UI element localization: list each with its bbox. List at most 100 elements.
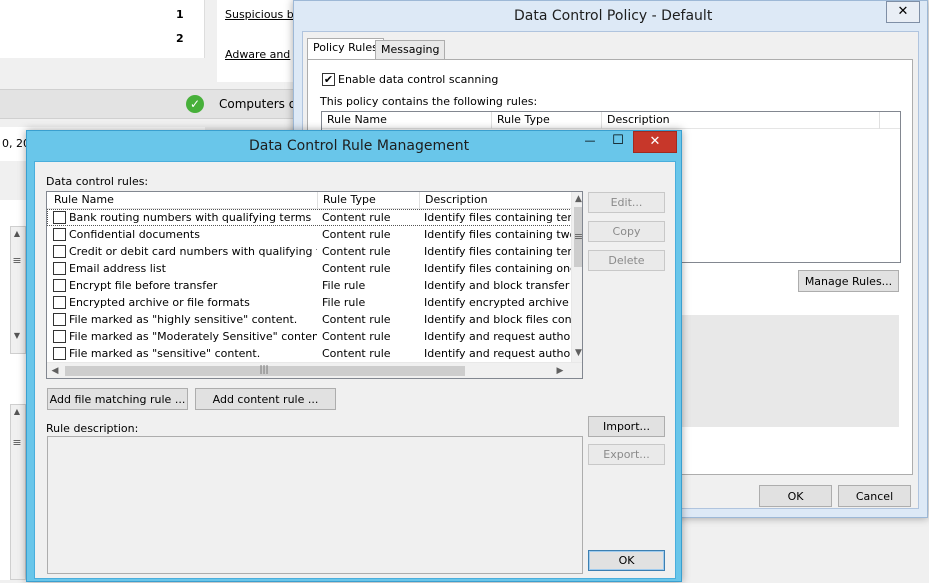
enable-scanning-checkbox[interactable]: ✔ [322,73,335,86]
table-row[interactable]: Credit or debit card numbers with qualif… [47,243,572,260]
rule-window-title: Data Control Rule Management [249,138,470,154]
row-rule-name: Bank routing numbers with qualifying ter… [69,211,312,224]
rule-close-button[interactable]: ✕ [633,131,677,153]
rule-management-window: Data Control Rule Management — ☐ ✕ Data … [26,130,682,582]
row-checkbox[interactable] [53,347,66,360]
table-row[interactable]: Encrypted archive or file formats File r… [47,294,572,311]
rules-list-header: Rule Name Rule Type Description [47,192,572,209]
row-description: Identify files containing ten o [424,211,572,224]
table-row[interactable]: Confidential documents Content rule Iden… [47,226,572,243]
table-row[interactable]: Encrypt file before transfer File rule I… [47,277,572,294]
policy-col-rule-type[interactable]: Rule Type [492,112,602,129]
row-checkbox[interactable] [53,228,66,241]
row-description: Identify files containing two o [424,228,572,241]
rules-caption: This policy contains the following rules… [320,95,538,108]
row-rule-type: Content rule [322,313,391,326]
table-row[interactable]: Email address list Content rule Identify… [47,260,572,277]
minimize-button[interactable]: — [577,131,603,153]
delete-button[interactable]: Delete [588,250,665,271]
tab-policy-rules[interactable]: Policy Rules [307,38,384,60]
row-description: Identify encrypted archive o [424,296,572,309]
bg-count-2: 2 [176,32,184,45]
row-description: Identify and request authoris [424,347,572,360]
col-rule-name[interactable]: Rule Name [47,192,318,209]
row-rule-type: File rule [322,279,366,292]
row-rule-type: File rule [322,296,366,309]
scroll-down-icon[interactable]: ▼ [572,346,582,360]
scroll-up-icon[interactable]: ▲ [572,192,582,206]
edit-button[interactable]: Edit... [588,192,665,213]
row-rule-name: Encrypted archive or file formats [69,296,250,309]
export-button[interactable]: Export... [588,444,665,465]
row-checkbox[interactable] [53,296,66,309]
bg-count-1: 1 [176,8,184,21]
bg-scroll-down-icon[interactable]: ▼ [11,331,23,340]
bg-link-adware[interactable]: Adware and [225,48,293,61]
rule-ok-button[interactable]: OK [588,550,665,571]
bg-scrollbar[interactable]: ▲ ≡ ▼ [10,226,26,354]
policy-ok-button[interactable]: OK [759,485,832,507]
scroll-right-icon[interactable]: ▶ [554,364,566,378]
status-ok-icon: ✓ [186,95,204,113]
row-checkbox[interactable] [53,279,66,292]
policy-col-description[interactable]: Description [602,112,880,129]
row-checkbox[interactable] [53,262,66,275]
bg-stats-panel [0,0,205,58]
row-description: Identify and block transfer u [424,279,572,292]
rules-vertical-scrollbar[interactable]: ▲ ≡ ▼ [571,192,583,362]
add-file-matching-rule-button[interactable]: Add file matching rule ... [47,388,188,410]
row-rule-type: Content rule [322,347,391,360]
row-checkbox[interactable] [53,313,66,326]
rule-description-label: Rule description: [46,422,139,435]
bg-scrollbar-lower[interactable]: ▲ ≡ [10,404,26,580]
vertical-grip-icon: ≡ [573,230,583,243]
row-rule-name: Credit or debit card numbers with qualif… [69,245,317,258]
col-rule-type[interactable]: Rule Type [318,192,420,209]
table-row[interactable]: File marked as "highly sensitive" conten… [47,311,572,328]
row-rule-type: Content rule [322,262,391,275]
row-rule-type: Content rule [322,211,391,224]
row-description: Identify and block files conta [424,313,572,326]
row-description: Identify and request authoris [424,330,572,343]
row-checkbox[interactable] [53,245,66,258]
manage-rules-button[interactable]: Manage Rules... [798,270,899,292]
row-checkbox[interactable] [53,211,66,224]
rule-client-area: Data control rules: Rule Name Rule Type … [34,161,676,579]
bg-section-computers: Computers o [219,97,295,111]
row-rule-type: Content rule [322,245,391,258]
row-rule-name: File marked as "Moderately Sensitive" co… [69,330,317,343]
row-checkbox[interactable] [53,330,66,343]
col-description[interactable]: Description [420,192,572,209]
table-row[interactable]: Bank routing numbers with qualifying ter… [47,209,572,226]
policy-window-title: Data Control Policy - Default [514,8,713,24]
table-row[interactable]: File marked as "Moderately Sensitive" co… [47,328,572,345]
row-description: Identify files containing one l [424,262,572,275]
bg-link-suspicious[interactable]: Suspicious b [225,8,293,21]
add-content-rule-button[interactable]: Add content rule ... [195,388,336,410]
rules-horizontal-scrollbar[interactable]: ◀ ||| ▶ [47,362,582,378]
table-row[interactable]: File marked as "sensitive" content. Cont… [47,345,572,362]
horizontal-grip-icon: ||| [259,365,269,375]
bg-scroll-up-icon-2[interactable]: ▲ [11,407,23,416]
data-control-rules-label: Data control rules: [46,175,149,188]
rule-description-text [48,437,582,445]
enable-scanning-label: Enable data control scanning [338,73,499,86]
row-description: Identify files containing ten o [424,245,572,258]
policy-list-header: Rule Name Rule Type Description [322,112,900,129]
rule-description-box [47,436,583,574]
bg-scroll-grip-icon: ≡ [12,254,22,267]
scroll-left-icon[interactable]: ◀ [49,364,61,378]
row-rule-name: Confidential documents [69,228,200,241]
tab-messaging[interactable]: Messaging [375,40,446,60]
copy-button[interactable]: Copy [588,221,665,242]
policy-col-rule-name[interactable]: Rule Name [322,112,492,129]
policy-description-box [677,315,899,427]
import-button[interactable]: Import... [588,416,665,437]
row-rule-name: Email address list [69,262,166,275]
row-rule-type: Content rule [322,330,391,343]
policy-close-button[interactable]: ✕ [886,1,920,23]
bg-scroll-up-icon[interactable]: ▲ [11,229,23,238]
rules-list[interactable]: Rule Name Rule Type Description Bank rou… [46,191,583,379]
maximize-button[interactable]: ☐ [605,131,631,153]
policy-cancel-button[interactable]: Cancel [838,485,911,507]
